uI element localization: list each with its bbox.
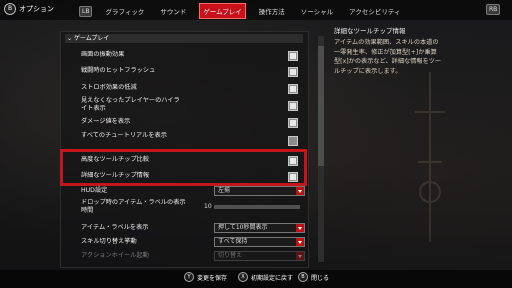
- scrollbar-thumb[interactable]: [318, 46, 324, 166]
- row-hit-flash: 戦闘時のヒットフラッシュ: [81, 67, 156, 74]
- tab-accessibility[interactable]: アクセシビリティ: [346, 4, 403, 18]
- x-button-icon: X: [238, 272, 248, 282]
- section-title: ゲームプレイ: [73, 35, 110, 42]
- checkbox-strobe-reduction[interactable]: [288, 84, 298, 94]
- checkbox-damage-numbers[interactable]: [288, 118, 298, 128]
- y-button-icon: Y: [184, 272, 194, 282]
- reset-defaults-button[interactable]: X 初期設定に戻す: [238, 272, 293, 282]
- b-button-icon: B: [298, 272, 308, 282]
- decorative-sigil-icon: [415, 72, 445, 242]
- close-label: 閉じる: [311, 274, 330, 282]
- tab-bar: LB グラフィック サウンド ゲームプレイ 操作方法 ソーシャル アクセシビリテ…: [79, 3, 403, 19]
- save-changes-button[interactable]: Y 変更を保存: [184, 272, 227, 282]
- description-title: 詳細なツールチップ情報: [334, 27, 406, 35]
- back-label: オプション: [19, 5, 54, 13]
- checkbox-hit-flash[interactable]: [288, 67, 298, 77]
- highlight-box: [60, 149, 307, 186]
- tab-controls[interactable]: 操作方法: [256, 4, 288, 18]
- select-value: 左揃: [218, 187, 231, 194]
- select-value: すべて保持: [218, 238, 248, 245]
- b-button-icon: B: [4, 3, 16, 15]
- checkbox-all-tutorials[interactable]: [288, 136, 298, 146]
- dropdown-arrow-icon: [296, 238, 304, 246]
- tab-social[interactable]: ソーシャル: [298, 4, 336, 18]
- row-strobe-reduction: ストロボ効果の低減: [81, 84, 137, 91]
- dropdown-arrow-icon: [296, 252, 304, 260]
- select-value: 押して10秒間表示: [218, 224, 268, 231]
- scrollbar[interactable]: [318, 36, 324, 262]
- lb-bumper-icon[interactable]: LB: [79, 5, 93, 17]
- row-all-tutorials: すべてのチュートリアルを表示: [81, 132, 167, 139]
- select-hud-setting[interactable]: 左揃: [214, 186, 305, 196]
- tab-graphics[interactable]: グラフィック: [102, 4, 147, 18]
- checkbox-screen-shake[interactable]: [288, 51, 298, 61]
- select-value: 切り替え: [218, 252, 243, 259]
- rb-bumper-icon[interactable]: RB: [486, 4, 501, 15]
- tab-gameplay[interactable]: ゲームプレイ: [199, 3, 246, 19]
- select-item-labels[interactable]: 押して10秒間表示: [214, 223, 305, 233]
- dropdown-arrow-icon: [296, 224, 304, 232]
- dropdown-arrow-icon: [296, 187, 304, 195]
- back-button[interactable]: B オプション: [4, 3, 54, 15]
- slider-value: 10: [204, 203, 212, 210]
- row-hidden-player-highlight: 見えなくなったプレイヤーのハイライト表示: [81, 97, 180, 112]
- checkbox-hidden-player-highlight[interactable]: [288, 101, 298, 111]
- row-screen-shake: 画面の振動効果: [81, 51, 125, 58]
- row-damage-numbers: ダメージ値を表示: [81, 118, 131, 125]
- select-skill-swap[interactable]: すべて保持: [214, 237, 305, 247]
- slider-drop-label-time[interactable]: [214, 205, 300, 209]
- save-label: 変更を保存: [197, 274, 228, 282]
- tab-sound[interactable]: サウンド: [157, 4, 189, 18]
- close-button[interactable]: B 閉じる: [298, 272, 329, 282]
- select-action-wheel[interactable]: 切り替え: [214, 251, 305, 261]
- description-body: アイテムの効果範囲、スキルの本道の一零発生率、修正が加算型[+]か乗算型[x]か…: [334, 39, 442, 75]
- section-header-gameplay[interactable]: ⌄ ゲームプレイ: [65, 34, 303, 43]
- collapse-icon: ⌄: [67, 35, 73, 42]
- row-drop-label-time: ドロップ時のアイテム・ラベルの表示時間: [81, 199, 186, 214]
- reset-label: 初期設定に戻す: [251, 274, 294, 282]
